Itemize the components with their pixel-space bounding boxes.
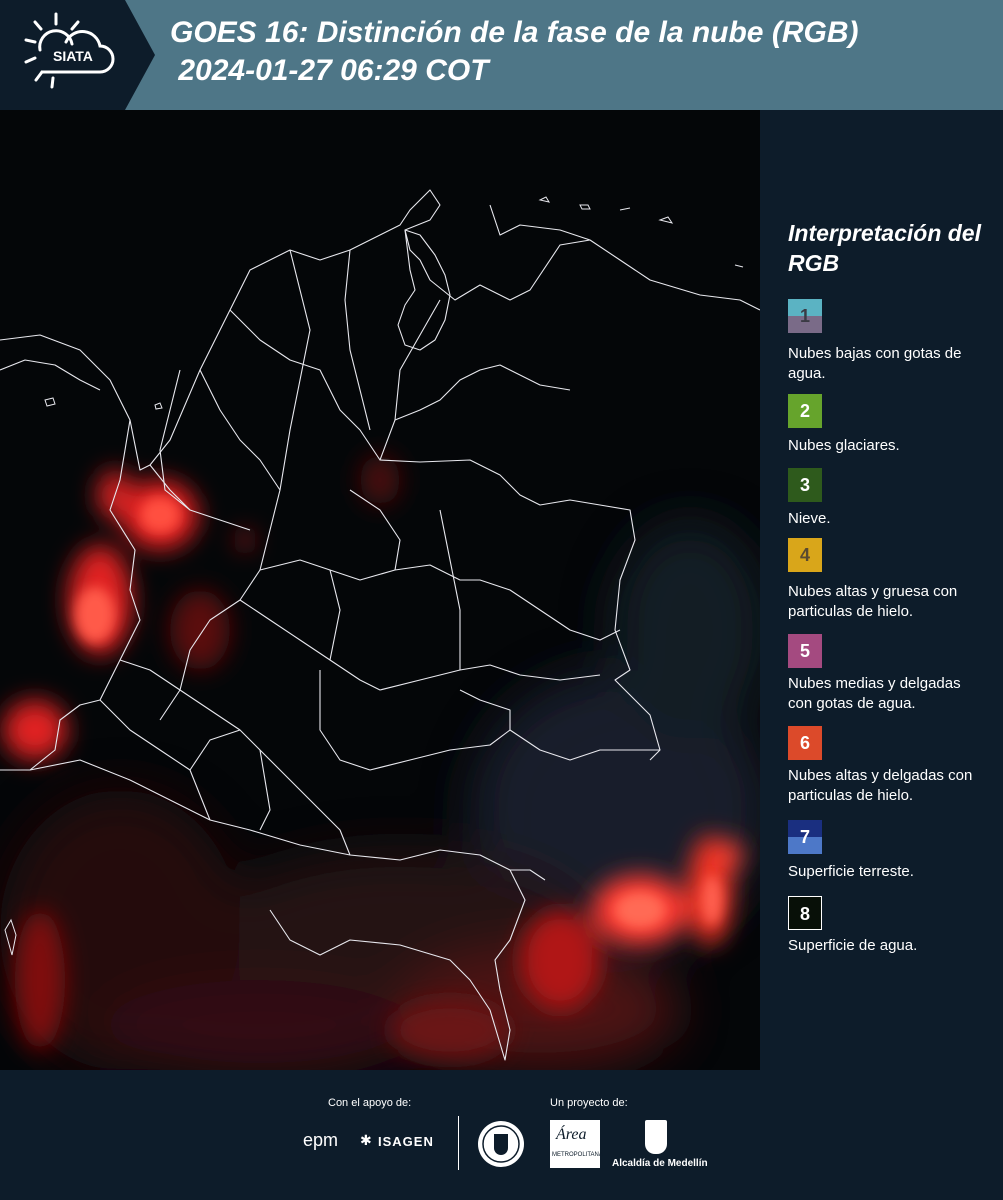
satellite-map: [0, 110, 760, 1070]
legend-swatch-7: 7: [788, 820, 822, 854]
alcaldia-label: Alcaldía de Medellín: [612, 1158, 708, 1169]
footer-divider: [458, 1116, 459, 1170]
alcaldia-shield-icon: [645, 1120, 667, 1154]
page-title: GOES 16: Distinción de la fase de la nub…: [170, 16, 859, 87]
seal-logo: [477, 1120, 525, 1168]
legend-label-5: Nubes medias y delgadas con gotas de agu…: [788, 675, 961, 712]
support-label: Con el apoyo de:: [328, 1097, 412, 1109]
legend-swatch-2: 2: [788, 394, 822, 428]
header-bar: SIATA GOES 16: Distinción de la fase de …: [0, 0, 1003, 110]
area-metropolitana-logo: Área METROPOLITANA: [550, 1120, 603, 1168]
legend-label-6: Nubes altas y delgadas con particulas de…: [788, 767, 973, 804]
svg-text:SIATA: SIATA: [53, 48, 93, 64]
isagen-icon: ✱: [360, 1132, 372, 1148]
isagen-logo: ✱ ISAGEN: [360, 1132, 445, 1152]
legend-label-4: Nubes altas y gruesa con particulas de h…: [788, 583, 958, 620]
legend-label-8: Superficie de agua.: [788, 937, 918, 954]
legend-label-1: Nubes bajas con gotas de agua.: [788, 345, 962, 382]
legend-swatch-3: 3: [788, 468, 822, 502]
legend-panel: Interpretación del RGB 1 Nubes bajas con…: [762, 110, 1003, 1070]
legend-label-7: Superficie terreste.: [788, 863, 914, 880]
project-label: Un proyecto de:: [550, 1097, 628, 1109]
legend-swatch-8: 8: [788, 896, 822, 930]
legend-swatch-1: 1: [788, 299, 822, 333]
isagen-text: ISAGEN: [378, 1134, 434, 1149]
legend-swatch-4: 4: [788, 538, 822, 572]
legend-label-3: Nieve.: [788, 510, 831, 527]
legend-swatch-6: 6: [788, 726, 822, 760]
siata-logo: SIATA: [0, 0, 155, 110]
legend-swatch-5: 5: [788, 634, 822, 668]
legend-label-2: Nubes glaciares.: [788, 437, 900, 454]
legend-title: Interpretación del RGB: [788, 220, 981, 276]
epm-logo: epm: [303, 1130, 339, 1150]
footer: Con el apoyo de: Un proyecto de: epm ✱ I…: [0, 1070, 1003, 1200]
